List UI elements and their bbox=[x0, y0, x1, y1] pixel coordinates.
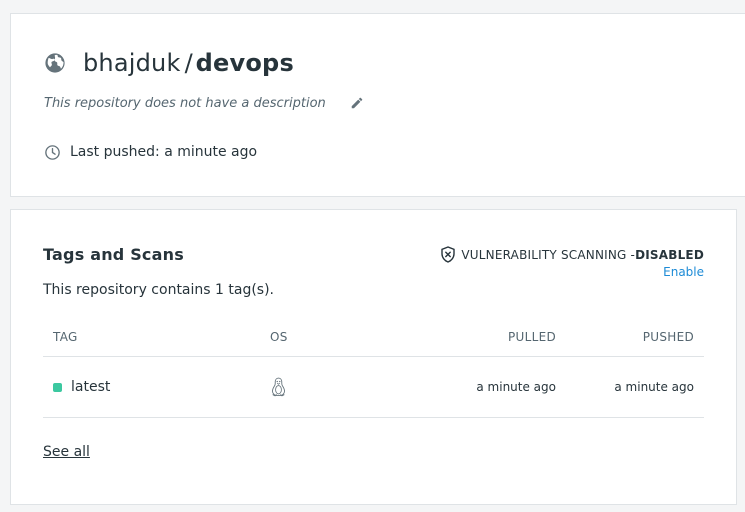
repository-title: bhajduk / devops bbox=[44, 48, 294, 78]
vulnerability-scanning-status: VULNERABILITY SCANNING - DISABLED bbox=[440, 246, 704, 263]
repository-description: This repository does not have a descript… bbox=[44, 95, 326, 111]
globe-icon bbox=[45, 53, 65, 73]
repository-header-card: bhajduk / devops This repository does no… bbox=[10, 13, 745, 197]
tag-status-dot bbox=[53, 382, 62, 392]
table-row: latest a minute ago a minute ago bbox=[43, 356, 704, 418]
tag-name-link[interactable]: latest bbox=[71, 379, 110, 395]
pushed-time: a minute ago bbox=[566, 356, 704, 418]
tag-cell: latest bbox=[43, 356, 260, 418]
column-header-pushed: PUSHED bbox=[566, 318, 704, 357]
enable-scanning-link[interactable]: Enable bbox=[663, 265, 704, 279]
tags-and-scans-card: Tags and Scans VULNERABILITY SCANNING - … bbox=[10, 209, 737, 505]
table-header-row: TAG OS PULLED PUSHED bbox=[43, 318, 704, 357]
tags-table: TAG OS PULLED PUSHED latest a minute ago… bbox=[43, 318, 704, 418]
column-header-os: OS bbox=[260, 318, 390, 357]
column-header-tag: TAG bbox=[43, 318, 260, 357]
tags-heading: Tags and Scans bbox=[43, 245, 184, 264]
os-cell bbox=[260, 356, 390, 418]
clock-icon bbox=[45, 144, 60, 160]
column-header-pulled: PULLED bbox=[390, 318, 566, 357]
vulnerability-label: VULNERABILITY SCANNING - bbox=[461, 247, 636, 262]
last-pushed-row: Last pushed: a minute ago bbox=[44, 142, 257, 162]
vulnerability-status: DISABLED bbox=[635, 247, 704, 262]
linux-icon bbox=[272, 377, 285, 397]
tag-count-text: This repository contains 1 tag(s). bbox=[43, 282, 274, 298]
last-pushed-text: Last pushed: a minute ago bbox=[70, 144, 258, 160]
see-all-link[interactable]: See all bbox=[43, 444, 90, 460]
repository-owner[interactable]: bhajduk bbox=[83, 49, 181, 77]
description-row: This repository does not have a descript… bbox=[44, 94, 364, 112]
pencil-icon[interactable] bbox=[350, 96, 364, 110]
repository-name: devops bbox=[195, 49, 294, 77]
shield-x-icon bbox=[441, 246, 456, 263]
pulled-time: a minute ago bbox=[390, 356, 566, 418]
path-separator: / bbox=[184, 49, 193, 77]
